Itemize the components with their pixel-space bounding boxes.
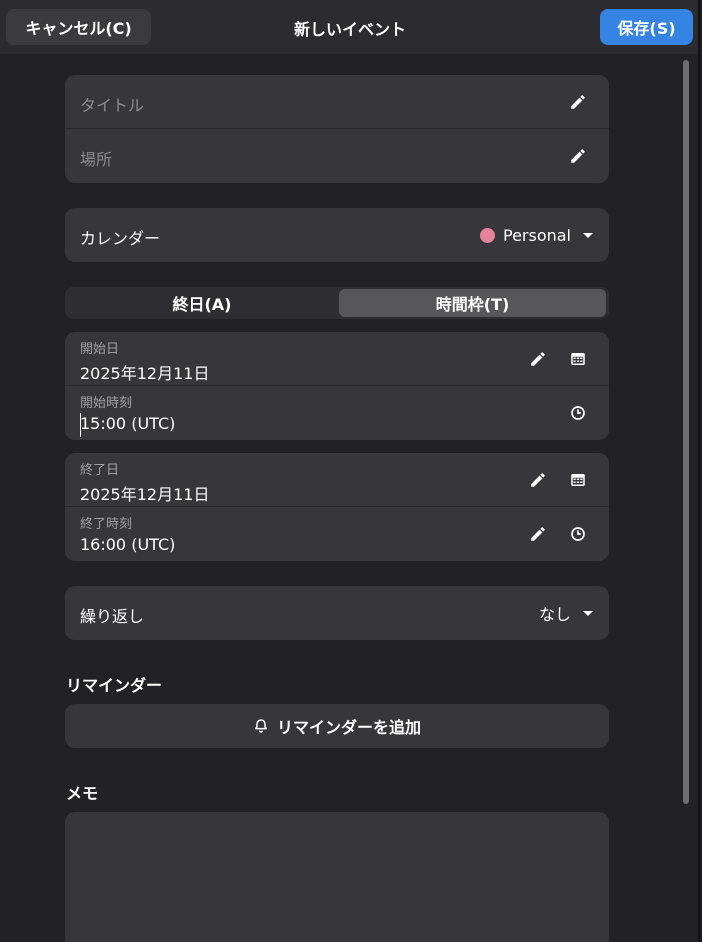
details-card: タイトル 場所	[65, 75, 609, 183]
add-reminder-label: リマインダーを追加	[276, 718, 421, 737]
bell-icon	[253, 718, 269, 734]
repeat-card: 繰り返し なし	[65, 586, 609, 640]
scrollbar[interactable]	[683, 60, 689, 804]
start-date-label: 開始日	[80, 342, 120, 357]
clock-icon[interactable]	[569, 525, 587, 543]
header-bar: キャンセル(C) 新しいイベント 保存(S)	[0, 0, 698, 54]
start-card: 開始日 2025年12月11日 開始時刻 15:00 (UTC)	[65, 332, 609, 440]
time-slot-toggle[interactable]: 時間枠(T)	[339, 289, 606, 317]
start-date-row[interactable]: 開始日 2025年12月11日	[65, 332, 609, 386]
calendar-icon[interactable]	[569, 350, 587, 368]
title-input[interactable]: タイトル	[80, 92, 144, 116]
start-date-value[interactable]: 2025年12月11日	[80, 360, 209, 384]
pencil-icon[interactable]	[529, 471, 547, 489]
pencil-icon[interactable]	[569, 147, 587, 165]
memo-heading: メモ	[66, 784, 99, 803]
end-date-row[interactable]: 終了日 2025年12月11日	[65, 453, 609, 507]
dialog-title: 新しいイベント	[293, 20, 406, 39]
calendar-card: カレンダー Personal	[65, 208, 609, 262]
repeat-value: なし	[538, 605, 571, 624]
mode-toggle: 終日(A) 時間枠(T)	[65, 287, 609, 319]
pencil-icon[interactable]	[529, 525, 547, 543]
end-time-label: 終了時刻	[80, 517, 133, 532]
new-event-dialog: キャンセル(C) 新しいイベント 保存(S) タイトル 場所 カレンダー Per…	[0, 0, 700, 942]
calendar-selected: Personal	[502, 225, 571, 245]
chevron-down-icon	[583, 610, 593, 616]
end-date-label: 終了日	[80, 463, 120, 478]
calendar-color-dot	[479, 227, 495, 243]
add-reminder-button[interactable]: リマインダーを追加	[65, 704, 609, 748]
location-input[interactable]: 場所	[80, 146, 112, 170]
title-row[interactable]: タイトル	[65, 75, 609, 129]
start-time-value[interactable]: 15:00 (UTC)	[80, 414, 175, 433]
save-button[interactable]: 保存(S)	[600, 9, 693, 45]
repeat-row[interactable]: 繰り返し なし	[65, 586, 609, 640]
memo-textarea[interactable]	[65, 812, 609, 942]
calendar-icon[interactable]	[569, 471, 587, 489]
calendar-label: カレンダー	[80, 229, 161, 248]
end-time-value[interactable]: 16:00 (UTC)	[80, 535, 175, 554]
repeat-label: 繰り返し	[80, 607, 145, 626]
chevron-down-icon	[583, 232, 593, 238]
pencil-icon[interactable]	[529, 350, 547, 368]
pencil-icon[interactable]	[569, 93, 587, 111]
reminders-heading: リマインダー	[66, 676, 163, 695]
clock-icon[interactable]	[569, 404, 587, 422]
end-time-row[interactable]: 終了時刻 16:00 (UTC)	[65, 507, 609, 561]
calendar-row[interactable]: カレンダー Personal	[65, 208, 609, 262]
all-day-toggle[interactable]: 終日(A)	[65, 287, 339, 319]
text-cursor	[80, 413, 81, 437]
cancel-button[interactable]: キャンセル(C)	[6, 9, 151, 45]
start-time-label: 開始時刻	[80, 396, 133, 411]
end-date-value[interactable]: 2025年12月11日	[80, 481, 209, 505]
calendar-dropdown[interactable]: Personal	[479, 208, 593, 262]
start-time-row[interactable]: 開始時刻 15:00 (UTC)	[65, 386, 609, 440]
location-row[interactable]: 場所	[65, 129, 609, 183]
end-card: 終了日 2025年12月11日 終了時刻 16:00 (UTC)	[65, 453, 609, 561]
repeat-dropdown[interactable]: なし	[539, 586, 593, 640]
